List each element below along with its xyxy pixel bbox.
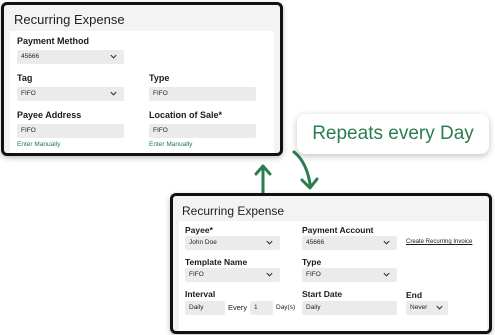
every-count-field[interactable]: 1 bbox=[250, 301, 273, 315]
tag-label: Tag bbox=[17, 73, 33, 83]
tag-select[interactable]: FIFO bbox=[17, 87, 124, 101]
location-of-sale-field[interactable]: FIFO bbox=[149, 124, 256, 138]
interval-label: Interval bbox=[185, 289, 216, 299]
payment-account-label: Payment Account bbox=[302, 225, 374, 235]
chevron-down-icon bbox=[266, 240, 273, 245]
payee-address-label: Payee Address bbox=[17, 110, 82, 120]
payee-address-enter-manually-link[interactable]: Enter Manually bbox=[17, 141, 60, 148]
template-name-select[interactable]: FIFO bbox=[185, 268, 280, 282]
payee-select[interactable]: John Doe bbox=[185, 236, 280, 250]
chevron-down-icon bbox=[436, 305, 443, 310]
end-label: End bbox=[406, 290, 423, 300]
payee-address-value: FIFO bbox=[21, 127, 36, 134]
chevron-down-icon bbox=[383, 272, 390, 277]
interval-field[interactable]: Daily bbox=[185, 301, 225, 315]
card-title: Recurring Expense bbox=[182, 204, 285, 218]
chevron-down-icon bbox=[110, 91, 117, 96]
template-name-label: Template Name bbox=[185, 257, 248, 267]
type-value: FIFO bbox=[153, 90, 168, 97]
location-of-sale-label: Location of Sale* bbox=[149, 110, 223, 120]
chevron-down-icon bbox=[383, 240, 390, 245]
recurring-expense-card-top: Recurring Expense Payment Method 45666 T… bbox=[1, 2, 283, 156]
payee-address-field[interactable]: FIFO bbox=[17, 124, 124, 138]
chevron-down-icon bbox=[266, 272, 273, 277]
payment-method-label: Payment Method bbox=[17, 36, 90, 46]
start-date-value: Daily bbox=[306, 304, 321, 311]
location-of-sale-value: FIFO bbox=[153, 127, 168, 134]
template-name-value: FIFO bbox=[189, 271, 204, 278]
every-label: Every bbox=[228, 303, 248, 312]
location-of-sale-enter-manually-link[interactable]: Enter Manually bbox=[149, 141, 192, 148]
create-recurring-invoice-link[interactable]: Create Recurring Invoice bbox=[406, 239, 472, 245]
start-date-label: Start Date bbox=[302, 289, 343, 299]
day-unit-label: Day(s) bbox=[276, 304, 296, 311]
type-select[interactable]: FIFO bbox=[302, 268, 397, 282]
payee-label: Payee* bbox=[185, 225, 213, 235]
recurring-expense-card-bottom: Recurring Expense Payee* John Doe Paymen… bbox=[170, 193, 492, 334]
chevron-down-icon bbox=[110, 54, 117, 59]
type-value: FIFO bbox=[306, 271, 321, 278]
end-value: Never bbox=[410, 304, 428, 311]
payment-account-select[interactable]: 45666 bbox=[302, 236, 397, 250]
payment-method-value: 45666 bbox=[21, 53, 40, 60]
card-title: Recurring Expense bbox=[14, 12, 125, 27]
every-count-value: 1 bbox=[254, 304, 258, 311]
repeats-callout: Repeats every Day bbox=[297, 114, 489, 154]
tag-value: FIFO bbox=[21, 90, 36, 97]
payment-account-value: 45666 bbox=[306, 239, 325, 246]
type-field[interactable]: FIFO bbox=[149, 87, 256, 101]
interval-value: Daily bbox=[189, 304, 204, 311]
payment-method-select[interactable]: 45666 bbox=[17, 50, 124, 64]
cycle-arrows-icon bbox=[254, 150, 319, 196]
type-label: Type bbox=[149, 73, 170, 83]
start-date-field[interactable]: Daily bbox=[302, 301, 397, 315]
end-select[interactable]: Never bbox=[406, 301, 448, 315]
type-label: Type bbox=[302, 257, 322, 267]
payee-value: John Doe bbox=[189, 239, 217, 246]
